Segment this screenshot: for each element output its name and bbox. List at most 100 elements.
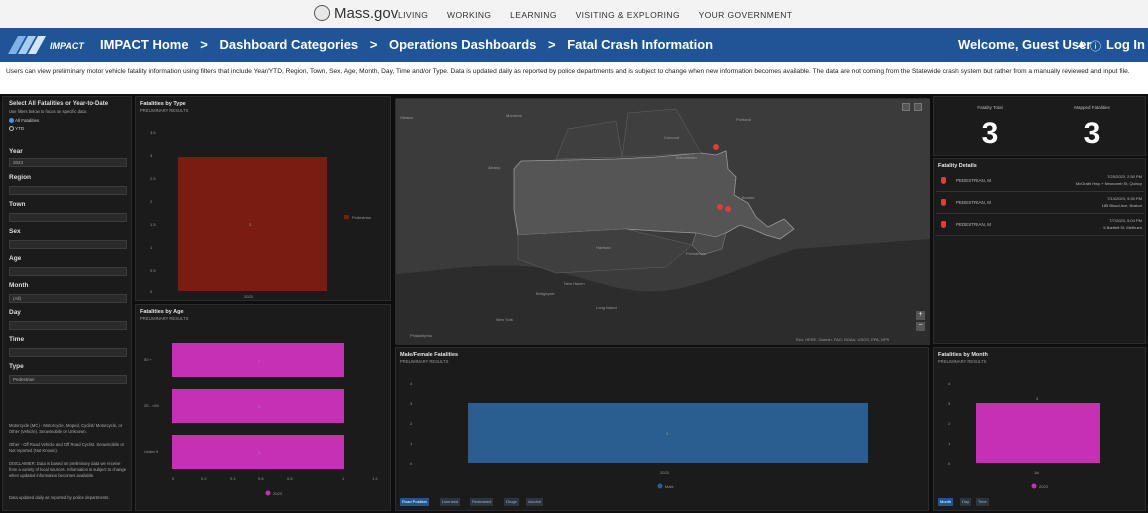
type-legend-swatch bbox=[344, 215, 349, 219]
crumb-operations-dashboards[interactable]: Operations Dashboards bbox=[389, 37, 536, 52]
filter-title: Select All Fatalities or Year-to-Date bbox=[9, 101, 109, 107]
filter-day-label: Day bbox=[9, 309, 21, 316]
details-row[interactable]: PEDESTRIAN, M 7/7/2023, 5:04 PM 5 Bartle… bbox=[936, 215, 1144, 236]
month-chart-svg: 4 3 2 1 0 3 Jul 2023 bbox=[948, 381, 1100, 489]
details-row[interactable]: PEDESTRIAN, M 7/14/2023, 9:30 PM 185 Blo… bbox=[936, 193, 1144, 214]
map-expand-icon[interactable] bbox=[914, 103, 922, 111]
fatality-marker-methuen[interactable] bbox=[713, 144, 719, 150]
fatality-total-label: Fatality Total bbox=[977, 105, 1003, 110]
type-bar-2023 bbox=[178, 157, 327, 291]
crumb-fatal-crash-information: Fatal Crash Information bbox=[567, 37, 714, 52]
tab-drugs[interactable]: Drugs bbox=[504, 498, 519, 506]
zoom-in-button[interactable]: + bbox=[916, 311, 925, 320]
type-ytick: 2 bbox=[150, 199, 153, 204]
details-date: 7/7/2023, 5:04 PM bbox=[1109, 218, 1142, 223]
impact-logo[interactable]: IMPACT bbox=[8, 34, 94, 56]
crumb-impact-home[interactable]: IMPACT Home bbox=[100, 37, 189, 52]
filter-time-label: Time bbox=[9, 336, 25, 343]
map-label: Albany bbox=[488, 165, 500, 170]
age-xtick: 0.6 bbox=[258, 476, 264, 481]
nav-working[interactable]: WORKING bbox=[447, 10, 491, 20]
map-label: Manchester bbox=[676, 155, 698, 160]
gender-chart-panel: Male/Female Fatalities PRELIMINARY RESUL… bbox=[395, 347, 929, 511]
age-xtick: 1.2 bbox=[372, 476, 378, 481]
type-ytick: 1 bbox=[150, 245, 153, 250]
massgov-header: Mass.gov LIVING WORKING LEARNING VISITIN… bbox=[0, 0, 1148, 28]
radio-ytd[interactable]: YTD bbox=[9, 126, 25, 132]
filter-subtitle: Use filters below to focus on specific d… bbox=[9, 109, 87, 114]
map-label: Boston bbox=[742, 195, 754, 200]
nav-living[interactable]: LIVING bbox=[398, 10, 428, 20]
fatality-marker-boston[interactable] bbox=[717, 204, 723, 210]
radio-all-fatalities[interactable]: All Fatalities bbox=[9, 118, 39, 124]
age-chart-panel: Fatalities by Age PRELIMINARY RESULTS 50… bbox=[135, 304, 391, 511]
filter-month-value: (All) bbox=[13, 296, 21, 301]
details-type: PEDESTRIAN, M bbox=[956, 178, 992, 183]
login-link[interactable]: Log In bbox=[1106, 37, 1145, 52]
zoom-out-button[interactable]: − bbox=[916, 322, 925, 331]
tab-month[interactable]: Month bbox=[938, 498, 954, 506]
age-xtick: 0.4 bbox=[230, 476, 236, 481]
help-icon[interactable]: ⓘ bbox=[1090, 38, 1101, 54]
nav-learning[interactable]: LEARNING bbox=[510, 10, 557, 20]
dashboard: Select All Fatalities or Year-to-Date Us… bbox=[0, 94, 1148, 513]
crumb-dashboard-categories[interactable]: Dashboard Categories bbox=[219, 37, 358, 52]
kpi-panel: Fatality Total 3 Mapped Fatalities 3 bbox=[933, 96, 1146, 156]
age-xtick: 0.2 bbox=[201, 476, 207, 481]
filter-sex-select[interactable] bbox=[9, 240, 127, 249]
map-label: Montreal bbox=[506, 113, 522, 118]
map-label: Concord bbox=[664, 135, 679, 140]
gender-xtick: 2023 bbox=[660, 470, 670, 475]
tab-licensed[interactable]: Licensed bbox=[440, 498, 461, 506]
map-panel[interactable]: Ottawa Montreal Concord Portland Manches… bbox=[395, 98, 930, 345]
details-title: Fatality Details bbox=[938, 163, 977, 169]
filter-region-select[interactable] bbox=[9, 186, 127, 195]
map-label: Portland bbox=[736, 117, 751, 122]
massgov-seal-icon[interactable] bbox=[314, 5, 330, 21]
tab-restrained[interactable]: Restrained bbox=[470, 498, 494, 506]
tab-road-position[interactable]: Road Position bbox=[400, 498, 429, 506]
nav-government[interactable]: YOUR GOVERNMENT bbox=[699, 10, 793, 20]
user-icon[interactable]: ▲ bbox=[1076, 38, 1087, 50]
map-home-icon[interactable] bbox=[902, 103, 910, 111]
filter-age-select[interactable] bbox=[9, 267, 127, 276]
radio-ytd-label: YTD bbox=[15, 126, 25, 131]
crumb-separator: > bbox=[548, 37, 556, 52]
filter-time-select[interactable] bbox=[9, 348, 127, 357]
month-legend-swatch bbox=[1031, 483, 1037, 489]
type-chart-svg: 3.5 3 2.5 2 1.5 1 0.5 0 3 2023 Pedestria… bbox=[150, 130, 371, 299]
map-label: Hartford bbox=[596, 245, 610, 250]
tab-day[interactable]: Day bbox=[960, 498, 972, 506]
month-ytick: 2 bbox=[948, 421, 951, 426]
filter-day-select[interactable] bbox=[9, 321, 127, 330]
filter-town-select[interactable] bbox=[9, 213, 127, 222]
tab-alcohol[interactable]: Alcohol bbox=[526, 498, 544, 506]
impact-logo-text: IMPACT bbox=[50, 41, 85, 51]
gender-ytick: 1 bbox=[410, 441, 413, 446]
filter-town-label: Town bbox=[9, 201, 26, 208]
impact-banner: IMPACT IMPACT Home > Dashboard Categorie… bbox=[0, 28, 1148, 62]
breadcrumb: IMPACT Home > Dashboard Categories > Ope… bbox=[100, 37, 721, 52]
filter-type-select[interactable]: Pedestrian bbox=[9, 375, 127, 384]
age-legend-swatch bbox=[265, 490, 271, 496]
filter-year-select[interactable]: 2023 bbox=[9, 158, 127, 167]
fatality-marker-quincy[interactable] bbox=[725, 206, 731, 212]
radio-selected-icon bbox=[9, 118, 14, 124]
details-location: 5 Bartlett St, Methuen bbox=[1103, 225, 1142, 230]
filter-age-label: Age bbox=[9, 255, 22, 262]
filter-month-select[interactable]: (All) bbox=[9, 294, 127, 303]
month-ytick: 1 bbox=[948, 441, 951, 446]
map-label: Bridgeport bbox=[536, 291, 555, 296]
gender-ytick: 3 bbox=[410, 401, 413, 406]
map-svg[interactable]: Ottawa Montreal Concord Portland Manches… bbox=[396, 99, 930, 345]
map-label: Ottawa bbox=[400, 115, 413, 120]
gender-chart-svg: 4 3 2 1 0 3 2023 Male bbox=[410, 381, 868, 489]
massgov-logo[interactable]: Mass.gov bbox=[334, 5, 398, 22]
month-ytick: 3 bbox=[948, 401, 951, 406]
tab-time[interactable]: Time bbox=[976, 498, 989, 506]
age-legend-label: 2023 bbox=[273, 491, 283, 496]
nav-visiting[interactable]: VISITING & EXPLORING bbox=[576, 10, 680, 20]
gender-ytick: 4 bbox=[410, 381, 413, 386]
filter-type-value: Pedestrian bbox=[13, 377, 35, 382]
details-row[interactable]: PEDESTRIAN, M 7/25/2023, 2:30 PM McGrath… bbox=[936, 171, 1144, 192]
